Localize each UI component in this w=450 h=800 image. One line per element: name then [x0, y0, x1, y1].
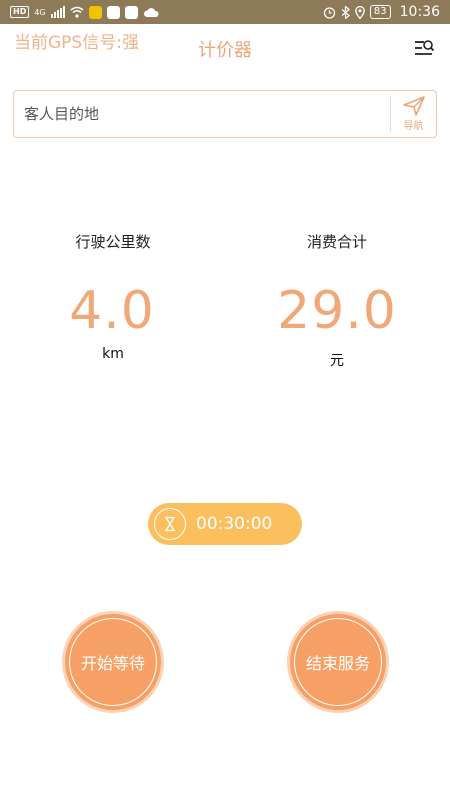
fare-value: 29.0: [277, 281, 397, 341]
distance-value: 4.0: [69, 281, 155, 341]
status-time: 10:36: [399, 4, 440, 20]
notification-app-icon-2: [106, 5, 120, 19]
end-service-label: 结束服务: [305, 654, 370, 673]
destination-field: 导航: [13, 90, 437, 138]
menu-search-icon[interactable]: [412, 36, 436, 60]
bluetooth-icon: [341, 5, 350, 19]
fare-label: 消费合计: [306, 233, 367, 251]
notification-app-icon-3: [124, 5, 138, 19]
battery-indicator: 83: [369, 5, 391, 19]
location-icon: [355, 5, 365, 19]
destination-input[interactable]: [14, 91, 390, 137]
end-service-button[interactable]: 结束服务: [290, 614, 386, 710]
distance-label: 行驶公里数: [75, 233, 151, 251]
timer-value: 00:30:00: [196, 514, 273, 534]
start-wait-label: 开始等待: [80, 654, 145, 673]
fare-unit: 元: [330, 353, 344, 369]
page-title: 计价器: [198, 40, 252, 61]
hourglass-icon: [154, 508, 186, 540]
cloud-icon: [143, 8, 159, 17]
navigate-label: 导航: [403, 121, 424, 132]
network-type: 4G: [34, 7, 46, 17]
wifi-icon: [70, 6, 84, 18]
hd-badge: HD: [10, 6, 30, 18]
notification-app-icon: [88, 5, 102, 19]
status-bar-right: 83 10:36: [323, 4, 440, 20]
distance-unit: km: [102, 346, 124, 362]
wait-timer: 00:30:00: [148, 503, 302, 545]
start-wait-button[interactable]: 开始等待: [65, 614, 161, 710]
navigation-arrow-icon: [402, 96, 425, 116]
navigate-button[interactable]: 导航: [390, 96, 436, 132]
signal-icon: [50, 6, 65, 18]
status-bar: HD 4G 83 10:36: [0, 0, 450, 24]
status-bar-left: HD 4G: [10, 5, 159, 19]
alarm-icon: [323, 6, 336, 19]
